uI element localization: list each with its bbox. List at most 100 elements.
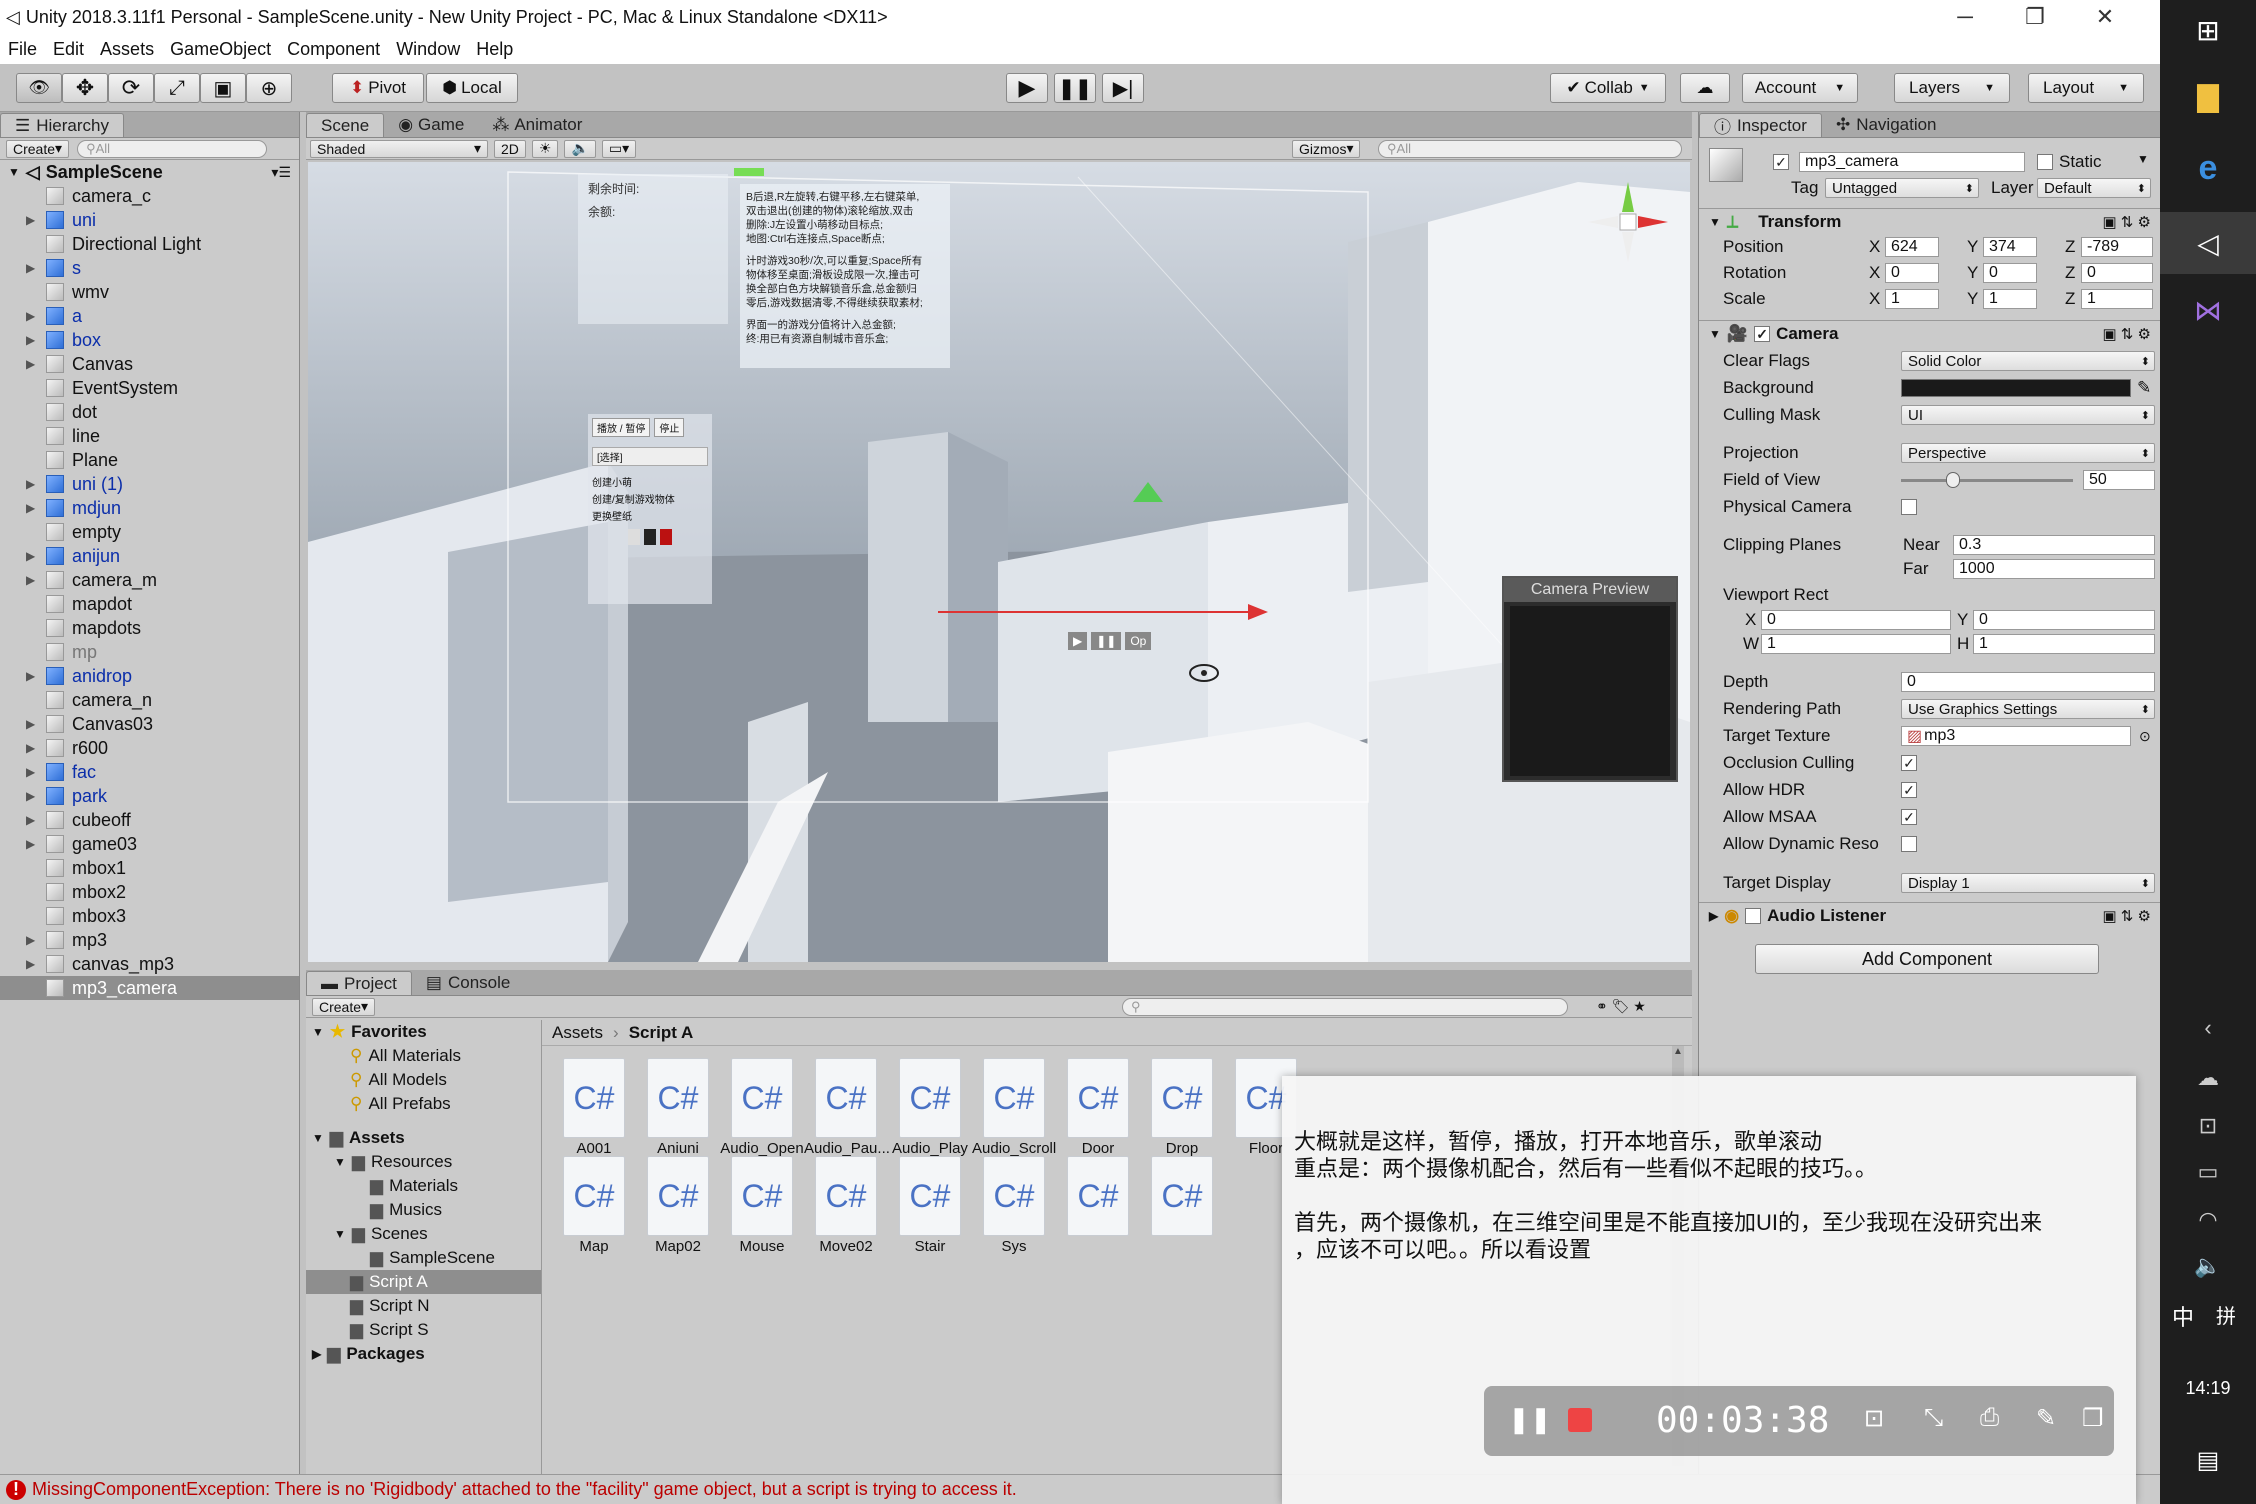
physical-camera-checkbox[interactable] <box>1901 499 1917 515</box>
background-color-field[interactable] <box>1901 379 2131 397</box>
collab-dropdown[interactable]: ✔ Collab ▼ <box>1550 73 1666 103</box>
volume-icon[interactable]: 🔈 <box>2188 1246 2228 1286</box>
script-asset[interactable]: C# Audio_Play <box>888 1058 972 1157</box>
expand-arrow-icon[interactable]: ▶ <box>26 309 40 323</box>
add-component-button[interactable]: Add Component <box>1755 944 2099 974</box>
unity-taskbar-icon[interactable]: ◁ <box>2160 212 2256 274</box>
recorder-camera-icon[interactable]: ⎙ <box>1980 1404 1999 1432</box>
allow-hdr-checkbox[interactable]: ✓ <box>1901 782 1917 798</box>
recorder-fullscreen-icon[interactable]: ⤡ <box>1924 1404 1943 1432</box>
rect-tool-button[interactable]: ▣ <box>200 73 246 103</box>
eyedropper-icon[interactable]: ✎ <box>2137 378 2151 398</box>
expand-arrow-icon[interactable]: ▶ <box>26 933 40 947</box>
audio-listener-header[interactable]: ▶ ◉ Audio Listener ▣ ⇅ ⚙ <box>1699 902 2161 928</box>
script-asset[interactable]: C# <box>1056 1156 1140 1238</box>
position-z-input[interactable]: -789 <box>2081 237 2153 257</box>
script-asset[interactable]: C# Audio_Open <box>720 1058 804 1157</box>
swatch-black[interactable] <box>644 529 656 545</box>
expand-arrow-icon[interactable]: ▶ <box>26 501 40 515</box>
play-pause-ui-button[interactable]: 播放 / 暂停 <box>592 418 651 437</box>
viewport-y-input[interactable]: 0 <box>1973 610 2155 630</box>
hierarchy-item[interactable]: dot <box>0 400 299 424</box>
onedrive-cloud-icon[interactable]: ☁ <box>2188 1058 2228 1098</box>
menu-assets[interactable]: Assets <box>92 39 162 60</box>
hierarchy-item[interactable]: ▶ s <box>0 256 299 280</box>
pivot-toggle[interactable]: ⬍ Pivot <box>332 73 424 103</box>
tab-console[interactable]: ▤ Console <box>412 971 524 995</box>
hierarchy-item[interactable]: ▶ box <box>0 328 299 352</box>
camera-enabled-checkbox[interactable]: ✓ <box>1754 325 1771 342</box>
mini-play-icon[interactable]: ▶ <box>1068 632 1088 650</box>
hierarchy-create-button[interactable]: Create ▾ <box>6 139 70 158</box>
fav-all-prefabs[interactable]: ⚲ All Prefabs <box>306 1092 541 1116</box>
expand-arrow-icon[interactable]: ▶ <box>26 837 40 851</box>
swatch-white[interactable] <box>628 529 640 545</box>
menu-component[interactable]: Component <box>279 39 388 60</box>
hierarchy-item[interactable]: EventSystem <box>0 376 299 400</box>
filter-icons[interactable]: ⚭ 🏷 ★ <box>1596 998 1646 1015</box>
samplescene-row[interactable]: ▆ SampleScene <box>306 1246 541 1270</box>
script-asset[interactable]: C# Move02 <box>804 1156 888 1255</box>
select-ui-dropdown[interactable]: [选择] <box>592 447 708 466</box>
hierarchy-item[interactable]: ▶ Canvas03 <box>0 712 299 736</box>
close-button[interactable]: ✕ <box>2070 0 2140 34</box>
clear-flags-dropdown[interactable]: Solid Color <box>1901 351 2155 371</box>
expand-arrow-icon[interactable]: ▶ <box>26 333 40 347</box>
scenes-row[interactable]: ▼ ▆ Scenes <box>306 1222 541 1246</box>
move-tool-button[interactable]: ✥ <box>62 73 108 103</box>
script-asset[interactable]: C# Mouse <box>720 1156 804 1255</box>
tab-game[interactable]: ◉ Game <box>384 113 478 137</box>
hierarchy-item[interactable]: mbox1 <box>0 856 299 880</box>
hierarchy-search-input[interactable]: ⚲ All <box>77 139 268 158</box>
shading-dropdown[interactable]: Shaded ▾ <box>310 139 488 158</box>
scene-root-row[interactable]: ▼ ◁ SampleScene ▾☰ <box>0 160 299 184</box>
rotation-y-input[interactable]: 0 <box>1983 263 2037 283</box>
tab-hierarchy[interactable]: ☰ Hierarchy <box>0 113 124 137</box>
position-x-input[interactable]: 624 <box>1885 237 1939 257</box>
occlusion-culling-checkbox[interactable]: ✓ <box>1901 755 1917 771</box>
component-settings-icon[interactable]: ▣ ⇅ ⚙ <box>2102 213 2151 231</box>
transform-tool-button[interactable]: ⊕ <box>246 73 292 103</box>
hierarchy-item[interactable]: ▶ uni (1) <box>0 472 299 496</box>
scripta-row[interactable]: ▆ Script A <box>306 1270 541 1294</box>
hand-tool-button[interactable]: 👁 <box>16 73 62 103</box>
rotate-tool-button[interactable]: ⟳ <box>108 73 154 103</box>
recorder-stop-icon[interactable] <box>1568 1408 1592 1432</box>
expand-arrow-icon[interactable]: ▶ <box>26 261 40 275</box>
mini-open-icon[interactable]: Op <box>1125 632 1152 650</box>
expand-arrow-icon[interactable]: ▶ <box>26 213 40 227</box>
project-search-input[interactable]: ⚲ <box>1122 997 1568 1016</box>
camera-header[interactable]: ▼ 🎥 ✓ Camera ▣ ⇅ ⚙ <box>1699 320 2161 346</box>
hierarchy-item[interactable]: ▶ a <box>0 304 299 328</box>
pause-button[interactable]: ❚❚ <box>1054 73 1096 103</box>
expand-arrow-icon[interactable]: ▶ <box>26 741 40 755</box>
viewport-w-input[interactable]: 1 <box>1761 634 1951 654</box>
minimize-button[interactable]: ─ <box>1930 0 2000 34</box>
allow-msaa-checkbox[interactable]: ✓ <box>1901 809 1917 825</box>
hierarchy-item[interactable]: ▶ fac <box>0 760 299 784</box>
position-y-input[interactable]: 374 <box>1983 237 2037 257</box>
fav-all-models[interactable]: ⚲ All Models <box>306 1068 541 1092</box>
musics-row[interactable]: ▆ Musics <box>306 1198 541 1222</box>
mini-pause-icon[interactable]: ❚❚ <box>1091 632 1122 650</box>
cloud-button[interactable]: ☁ <box>1680 73 1730 103</box>
battery-icon[interactable]: ▭ <box>2188 1152 2228 1192</box>
depth-input[interactable]: 0 <box>1901 672 2155 692</box>
breadcrumb-script-a[interactable]: Script A <box>629 1023 694 1043</box>
script-asset[interactable]: C# Door <box>1056 1058 1140 1157</box>
hierarchy-item[interactable]: ▶ camera_m <box>0 568 299 592</box>
fov-input[interactable]: 50 <box>2083 470 2155 490</box>
expand-arrow-icon[interactable]: ▶ <box>26 357 40 371</box>
hierarchy-item[interactable]: camera_n <box>0 688 299 712</box>
hierarchy-item[interactable]: ▶ uni <box>0 208 299 232</box>
script-asset[interactable]: C# Audio_Scroll <box>972 1058 1056 1157</box>
hierarchy-item[interactable]: ▶ game03 <box>0 832 299 856</box>
static-dropdown-icon[interactable]: ▼ <box>2137 152 2149 166</box>
assets-row[interactable]: ▼ ▆ Assets <box>306 1126 541 1150</box>
culling-mask-dropdown[interactable]: UI <box>1901 405 2155 425</box>
scene-viewport[interactable]: 剩余时间: 余额: B后退,R左旋转,右键平移,左右键菜单, 双击退出(创建的物体… <box>308 162 1690 962</box>
scripts-row[interactable]: ▆ Script S <box>306 1318 541 1342</box>
expand-arrow-icon[interactable]: ▶ <box>26 573 40 587</box>
windows-start-icon[interactable]: ⊞ <box>2188 10 2228 50</box>
scriptn-row[interactable]: ▆ Script N <box>306 1294 541 1318</box>
